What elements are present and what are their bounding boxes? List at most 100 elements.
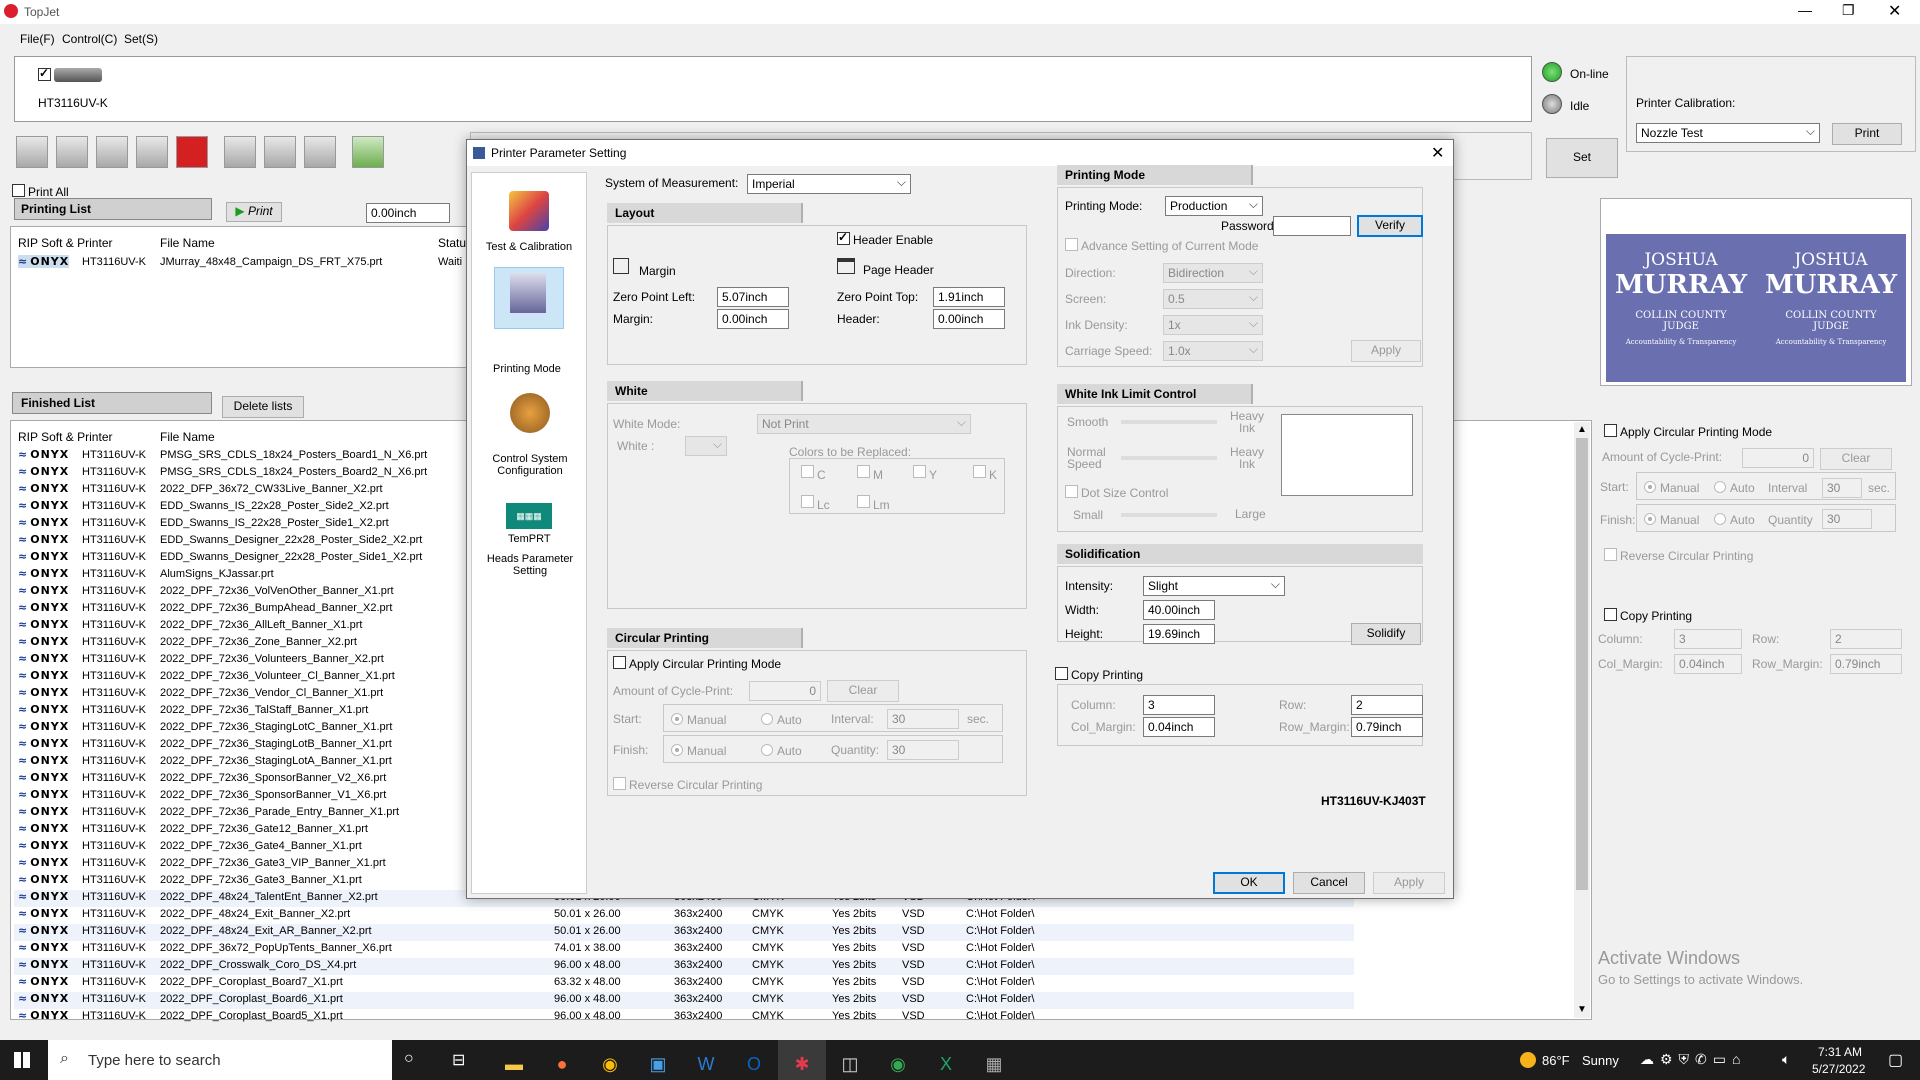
rp-start-auto-radio[interactable]	[1714, 481, 1726, 493]
circular-interval-input[interactable]: 30	[887, 709, 959, 729]
color-lm-checkbox[interactable]	[857, 495, 870, 508]
menu-set[interactable]: Set(S)	[124, 32, 158, 46]
color-y-checkbox[interactable]	[913, 465, 926, 478]
notification-icon[interactable]: ▢	[1888, 1050, 1903, 1070]
mode-apply-button[interactable]: Apply	[1351, 340, 1421, 362]
task-view-icon[interactable]: ○	[404, 1050, 414, 1068]
print-all-checkbox[interactable]	[12, 184, 25, 197]
header-enable-checkbox[interactable]	[837, 230, 850, 245]
color-m-checkbox[interactable]	[857, 465, 870, 478]
color-k-checkbox[interactable]	[973, 465, 986, 478]
measurement-select[interactable]: Imperial	[747, 174, 911, 194]
driver-icon[interactable]: ◫	[826, 1040, 874, 1080]
move-top-icon[interactable]	[224, 136, 256, 168]
widgets-icon[interactable]: ⊟	[452, 1050, 465, 1070]
set-button[interactable]: Set	[1546, 138, 1618, 178]
firefox-icon[interactable]: ●	[538, 1040, 586, 1080]
right-arrow-icon[interactable]	[56, 136, 88, 168]
circular-finish-auto-radio[interactable]	[761, 744, 773, 756]
circular-quantity-input[interactable]: 30	[887, 740, 959, 760]
advance-checkbox[interactable]	[1065, 238, 1078, 251]
outlook-icon[interactable]: O	[730, 1040, 778, 1080]
rp-apply-circular-checkbox[interactable]	[1604, 424, 1617, 437]
copy-row-input[interactable]: 2	[1351, 695, 1423, 715]
rp-quantity-input[interactable]: 30	[1822, 509, 1872, 529]
circular-amount-input[interactable]: 0	[749, 681, 821, 701]
nav-test-calibration[interactable]: Test & Calibration	[476, 181, 582, 267]
scroll-thumb[interactable]	[1576, 438, 1588, 890]
margin-input[interactable]: 0.00inch	[717, 309, 789, 329]
rp-row-margin-input[interactable]: 0.79inch	[1830, 654, 1902, 674]
clock-date[interactable]: 5/27/2022	[1812, 1062, 1865, 1076]
zero-top-input[interactable]: 1.91inch	[933, 287, 1005, 307]
calibration-print-button[interactable]: Print	[1832, 123, 1902, 145]
carriage-select[interactable]: 1.0x	[1163, 341, 1263, 361]
mode-select[interactable]: Production	[1165, 196, 1263, 216]
add-file-icon[interactable]	[352, 136, 384, 168]
ink-density-select[interactable]: 1x	[1163, 315, 1263, 335]
zero-left-input[interactable]: 5.07inch	[717, 287, 789, 307]
move-bottom-icon[interactable]	[264, 136, 296, 168]
list-print-button[interactable]: ▶ Print	[226, 202, 282, 222]
up-arrow-icon[interactable]	[96, 136, 128, 168]
height-input[interactable]: 19.69inch	[1143, 624, 1215, 644]
verify-button[interactable]: Verify	[1357, 215, 1423, 237]
nav-control-system[interactable]: Control System Configuration	[478, 453, 582, 477]
white-select[interactable]	[685, 436, 727, 456]
dialog-close-icon[interactable]: ✕	[1431, 143, 1444, 163]
chrome-icon[interactable]: ◉	[586, 1040, 634, 1080]
clock-time[interactable]: 7:31 AM	[1818, 1045, 1862, 1059]
header-input[interactable]: 0.00inch	[933, 309, 1005, 329]
rp-finish-auto-radio[interactable]	[1714, 513, 1726, 525]
menu-control[interactable]: Control(C)	[62, 32, 117, 46]
ok-button[interactable]: OK	[1213, 872, 1285, 894]
copy-col-margin-input[interactable]: 0.04inch	[1143, 717, 1215, 737]
circular-apply-checkbox[interactable]	[613, 656, 626, 669]
scroll-down-icon[interactable]: ▼	[1577, 1004, 1587, 1015]
screen-select[interactable]: 0.5	[1163, 289, 1263, 309]
rp-column-input[interactable]: 3	[1674, 629, 1742, 649]
finished-row[interactable]: ONYX HT3116UV-K 2022_DPF_Coroplast_Board6_…	[14, 992, 1354, 1009]
color-c-checkbox[interactable]	[801, 465, 814, 478]
password-input[interactable]	[1273, 216, 1351, 236]
rp-finish-manual-radio[interactable]	[1644, 513, 1656, 525]
rp-col-margin-input[interactable]: 0.04inch	[1674, 654, 1742, 674]
cancel-button[interactable]: Cancel	[1293, 872, 1365, 894]
rp-start-manual-radio[interactable]	[1644, 481, 1656, 493]
finished-row[interactable]: ONYX HT3116UV-K 2022_DPF_48x24_Exit_Banner…	[14, 907, 1354, 924]
finished-row[interactable]: ONYX HT3116UV-K 2022_DPF_36x72_PopUpTents_…	[14, 941, 1354, 958]
solidify-button[interactable]: Solidify	[1351, 623, 1421, 645]
speed-slider[interactable]	[1121, 456, 1217, 460]
rp-clear-button[interactable]: Clear	[1820, 448, 1892, 470]
chrome-profile-icon[interactable]: ◉	[874, 1040, 922, 1080]
copy-row-margin-input[interactable]: 0.79inch	[1351, 717, 1423, 737]
remote-desktop-icon[interactable]: ▣	[634, 1040, 682, 1080]
speaker-icon[interactable]: 🔈︎	[1782, 1051, 1790, 1068]
rp-copy-checkbox[interactable]	[1604, 608, 1617, 621]
down-arrow-icon[interactable]	[136, 136, 168, 168]
circular-reverse-checkbox[interactable]	[613, 777, 626, 790]
windows-start-icon[interactable]	[14, 1052, 30, 1068]
dot-size-checkbox[interactable]	[1065, 485, 1078, 498]
intensity-select[interactable]: Slight	[1143, 576, 1285, 596]
rp-amount-input[interactable]: 0	[1742, 448, 1814, 468]
apply-button[interactable]: Apply	[1373, 872, 1445, 894]
finished-row[interactable]: ONYX HT3116UV-K 2022_DPF_Coroplast_Board5_…	[14, 1009, 1354, 1026]
weather-condition[interactable]: Sunny	[1582, 1053, 1619, 1068]
rp-interval-input[interactable]: 30	[1822, 478, 1862, 498]
copy-column-input[interactable]: 3	[1143, 695, 1215, 715]
delete-lists-button[interactable]: Delete lists	[222, 396, 304, 418]
finished-scrollbar[interactable]: ▲ ▼	[1574, 422, 1590, 1018]
topjet-taskbar-icon[interactable]: ✱	[778, 1040, 826, 1080]
finished-row[interactable]: ONYX HT3116UV-K 2022_DPF_Crosswalk_Coro_DS…	[14, 958, 1354, 975]
circular-start-manual-radio[interactable]	[671, 713, 683, 725]
circular-clear-button[interactable]: Clear	[827, 680, 899, 702]
tray-icons[interactable]: ☁⚙⛨✆▭⌂	[1640, 1051, 1746, 1068]
smooth-slider[interactable]	[1121, 420, 1217, 424]
white-mode-select[interactable]: Not Print	[757, 414, 971, 434]
weather-temp[interactable]: 86°F	[1542, 1053, 1570, 1068]
calibration-select[interactable]: Nozzle Test	[1636, 123, 1820, 143]
file-explorer-icon[interactable]: ▬	[490, 1040, 538, 1080]
direction-select[interactable]: Bidirection	[1163, 263, 1263, 283]
restore-icon[interactable]: ❐	[1842, 2, 1855, 19]
